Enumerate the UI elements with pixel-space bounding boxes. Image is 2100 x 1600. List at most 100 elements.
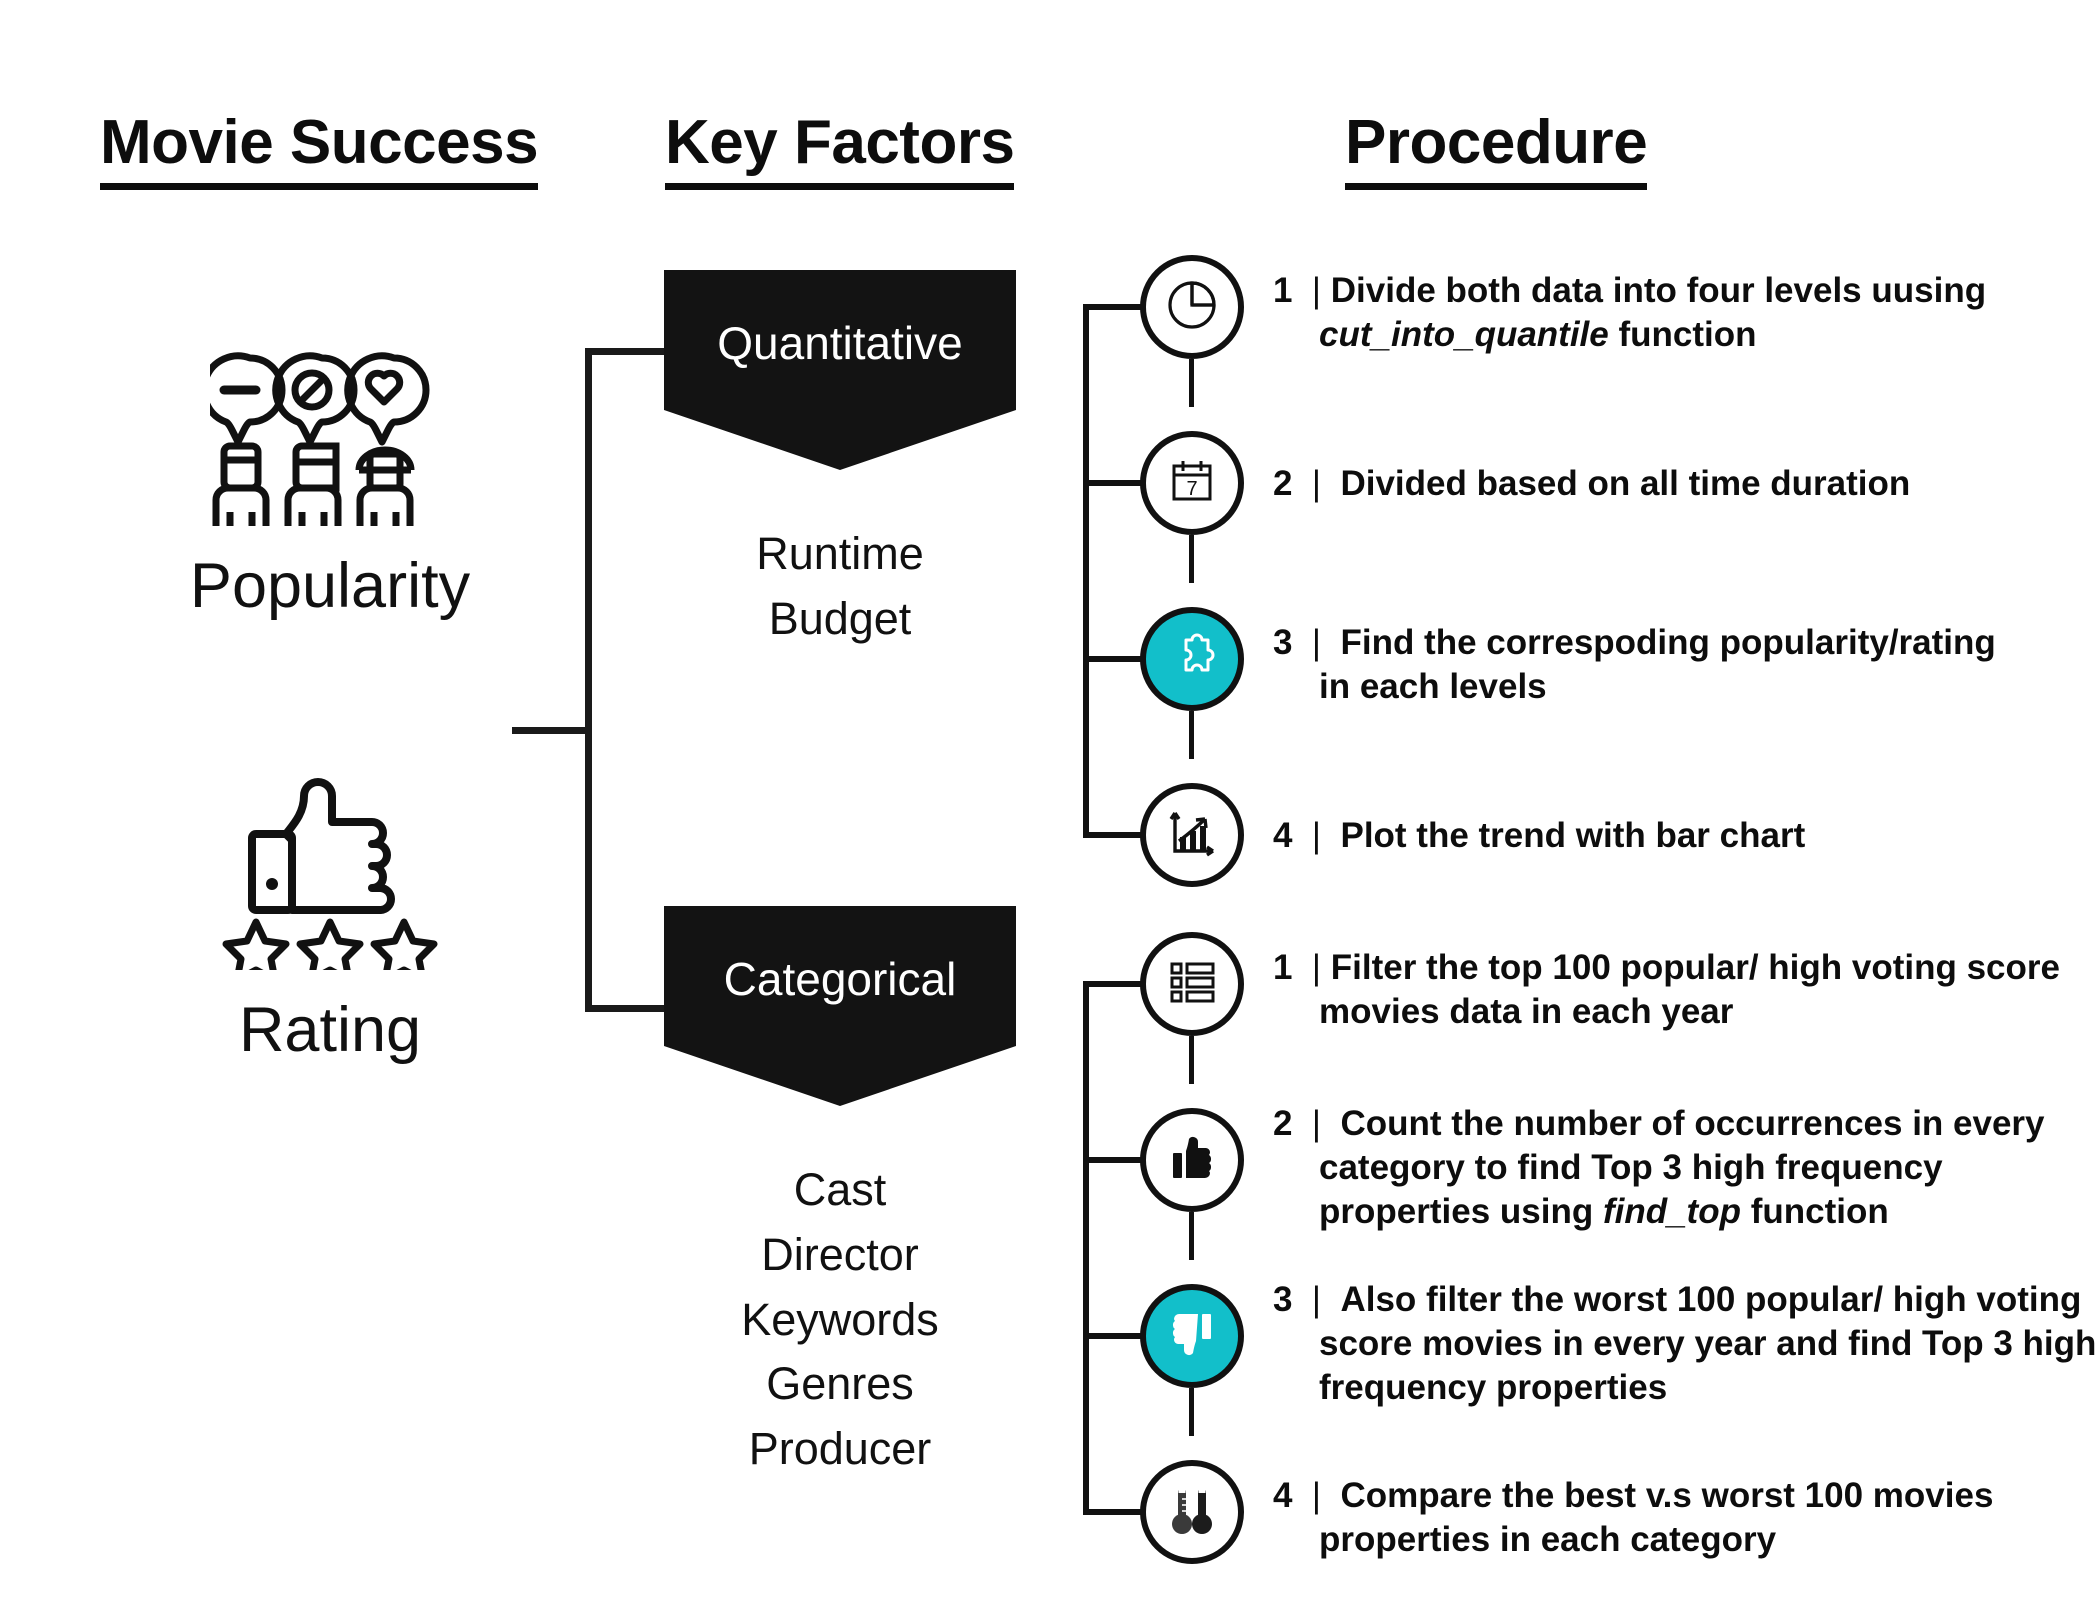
step-icon-circle[interactable] (1140, 783, 1244, 887)
procedure-linker (1189, 535, 1194, 583)
step-line-2: in each levels (1319, 667, 1547, 707)
step-line-2: cut_into_quantile function (1273, 313, 1986, 357)
step-icon-circle[interactable] (1140, 1284, 1244, 1388)
list-item: Genres (766, 1358, 914, 1410)
thumbs-up-solid-icon (1165, 1133, 1219, 1188)
procedure-stub (1083, 832, 1145, 838)
step-icon-circle[interactable] (1140, 1108, 1244, 1212)
step-line-3: frequency properties (1319, 1368, 1668, 1408)
step-line-1: Divided based on all time duration (1340, 464, 1911, 503)
step-line-1-tail: uusing (1871, 271, 1987, 310)
procedure-stub (1083, 981, 1145, 987)
step-separator: | (1302, 816, 1341, 855)
step-separator: | (1302, 1104, 1341, 1143)
step-line-1: Compare the best v.s worst 100 movies (1340, 1476, 1994, 1515)
procedure-spine-quantitative (1083, 307, 1089, 835)
popularity-label: Popularity (189, 551, 471, 621)
procedure-step-text: 4 | Plot the trend with bar chart (1273, 814, 1805, 858)
banner-categorical-shape (664, 906, 1016, 1106)
step-number: 1 (1273, 948, 1293, 987)
step-line-1: Count the number of occurrences in every (1340, 1104, 2045, 1143)
procedure-linker (1189, 1388, 1194, 1436)
factor-list-categorical: Cast Director Keywords Genres Producer (664, 1158, 1016, 1482)
step-function-name: cut_into_quantile (1319, 315, 1609, 355)
procedure-step-text: 3 | Also filter the worst 100 popular/ h… (1273, 1278, 2096, 1410)
puzzle-piece-icon (1164, 628, 1220, 691)
step-number: 3 (1273, 623, 1293, 662)
step-line-1: Plot the trend with bar chart (1340, 816, 1806, 855)
step-line-1: Also filter the worst 100 popular/ high … (1340, 1280, 2082, 1319)
procedure-linker (1189, 1036, 1194, 1084)
procedure-stub (1083, 1157, 1145, 1163)
page-title-procedure: Procedure (1345, 110, 1648, 191)
procedure-stub (1083, 1333, 1145, 1339)
step-icon-circle[interactable]: 7 (1140, 431, 1244, 535)
svg-text:7: 7 (1186, 478, 1197, 500)
step-number: 2 (1273, 1104, 1293, 1143)
factor-list-quantitative: Runtime Budget (664, 522, 1016, 652)
list-item: Director (761, 1228, 919, 1280)
list-item: Budget (768, 592, 912, 644)
banner-quantitative[interactable]: Quantitative (664, 270, 1016, 470)
procedure-linker (1189, 711, 1194, 759)
page-title-key-factors: Key Factors (665, 110, 1015, 191)
step-number: 2 (1273, 464, 1293, 503)
step-separator: | (1302, 948, 1331, 987)
step-line-2: category to find Top 3 high frequency (1319, 1148, 1943, 1188)
popularity-block: Popularity (120, 350, 540, 618)
bar-chart-trend-icon (1163, 805, 1221, 866)
banner-categorical-label: Categorical (723, 953, 957, 1005)
step-number: 1 (1273, 271, 1293, 310)
procedure-stub (1083, 480, 1145, 486)
procedure-spine-categorical (1083, 984, 1089, 1512)
step-separator: | (1302, 464, 1341, 503)
step-icon-circle[interactable] (1140, 255, 1244, 359)
step-number: 4 (1273, 816, 1293, 855)
list-item: Producer (748, 1423, 932, 1475)
step-number: 4 (1273, 1476, 1293, 1515)
procedure-linker (1189, 1212, 1194, 1260)
step-line-3-post: function (1740, 1192, 1889, 1232)
step-icon-circle[interactable] (1140, 607, 1244, 711)
banner-quantitative-shape (664, 270, 1016, 470)
bracket-stem (512, 727, 592, 734)
step-number: 3 (1273, 1280, 1293, 1319)
page-title-movie-success: Movie Success (100, 110, 539, 191)
step-separator: | (1302, 623, 1341, 662)
step-line-3: properties using find_top function (1273, 1190, 2045, 1234)
step-separator: | (1302, 271, 1331, 310)
procedure-step-text: 4 | Compare the best v.s worst 100 movie… (1273, 1474, 1993, 1562)
step-line-2: score movies in every year and find Top … (1319, 1324, 2097, 1364)
step-icon-circle[interactable] (1140, 932, 1244, 1036)
step-line-3-pre: properties using (1319, 1192, 1603, 1232)
pie-chart-icon (1163, 276, 1221, 339)
step-line-2: movies data in each year (1319, 992, 1734, 1032)
bracket-branch-quantitative (585, 348, 670, 355)
procedure-step-text: 3 | Find the correspoding popularity/rat… (1273, 621, 1996, 709)
procedure-stub (1083, 304, 1145, 310)
procedure-stub (1083, 1509, 1145, 1515)
step-icon-circle[interactable] (1140, 1460, 1244, 1564)
list-item: Cast (793, 1164, 887, 1215)
step-line-1: Find the correspoding popularity/rating (1340, 623, 1996, 662)
people-with-opinion-pins-icon (120, 350, 540, 535)
rating-block: Rating (120, 770, 540, 1062)
bracket-branch-categorical (585, 1005, 670, 1012)
procedure-step-text: 2 | Count the number of occurrences in e… (1273, 1102, 2045, 1234)
procedure-step-text: 2 | Divided based on all time duration (1273, 462, 1910, 506)
step-separator: | (1302, 1476, 1341, 1515)
thumbs-down-solid-icon (1165, 1309, 1219, 1364)
calendar-7-icon: 7 (1164, 453, 1220, 514)
bracket-vertical (585, 348, 592, 1012)
banner-categorical[interactable]: Categorical (664, 906, 1016, 1106)
procedure-linker (1189, 359, 1194, 407)
checklist-icon (1164, 956, 1220, 1013)
step-function-name: find_top (1602, 1192, 1741, 1232)
step-line-1: Filter the top 100 popular/ high voting … (1330, 948, 2060, 987)
rating-label: Rating (238, 995, 422, 1065)
two-thermometers-icon (1165, 1482, 1219, 1543)
banner-quantitative-label: Quantitative (717, 317, 963, 369)
step-separator: | (1302, 1280, 1341, 1319)
procedure-stub (1083, 656, 1145, 662)
step-line-1: Divide both data into four levels (1330, 271, 1872, 310)
